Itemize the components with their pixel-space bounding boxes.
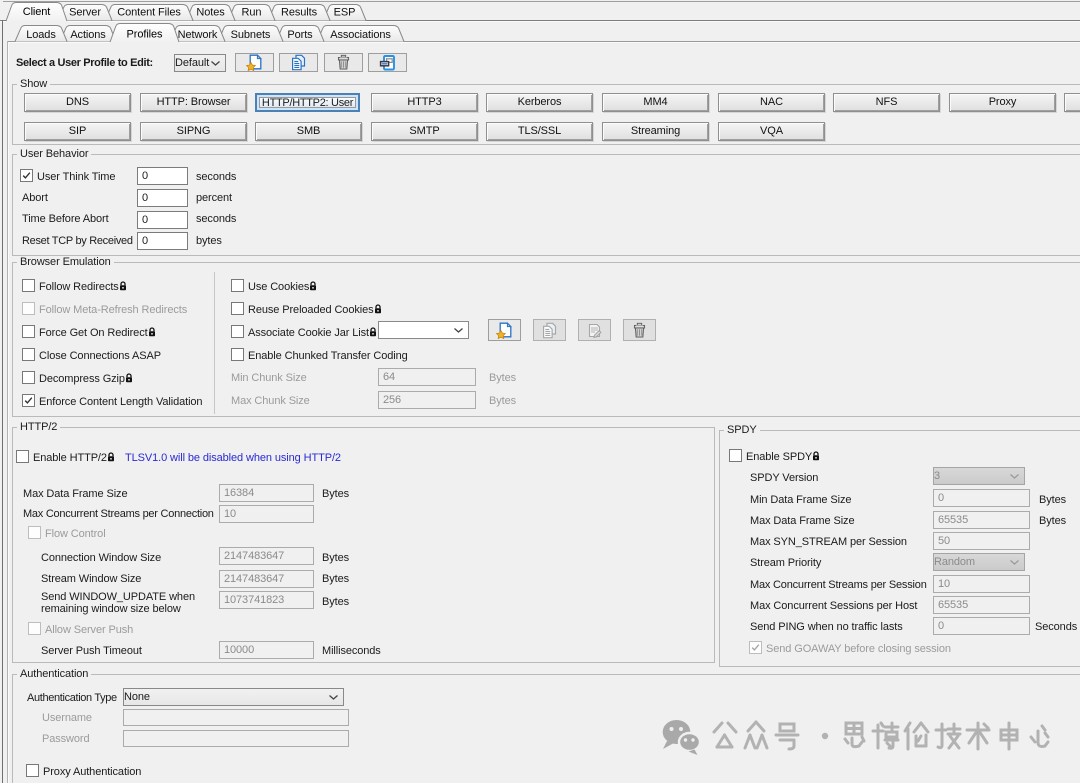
svg-text:Ports: Ports [287, 29, 313, 41]
svg-text:Run: Run [242, 7, 262, 19]
svg-text:Actions: Actions [70, 29, 106, 41]
svg-text:Client: Client [23, 6, 51, 18]
svg-text:Loads: Loads [26, 29, 56, 41]
svg-text:Notes: Notes [196, 7, 225, 19]
svg-text:Network: Network [178, 29, 218, 41]
svg-text:Associations: Associations [330, 29, 391, 41]
svg-text:ESP: ESP [334, 7, 356, 19]
svg-text:Results: Results [281, 7, 318, 19]
svg-text:Subnets: Subnets [231, 29, 271, 41]
svg-text:Content Files: Content Files [117, 7, 181, 19]
svg-text:Server: Server [69, 7, 101, 19]
svg-text:Profiles: Profiles [127, 29, 163, 41]
